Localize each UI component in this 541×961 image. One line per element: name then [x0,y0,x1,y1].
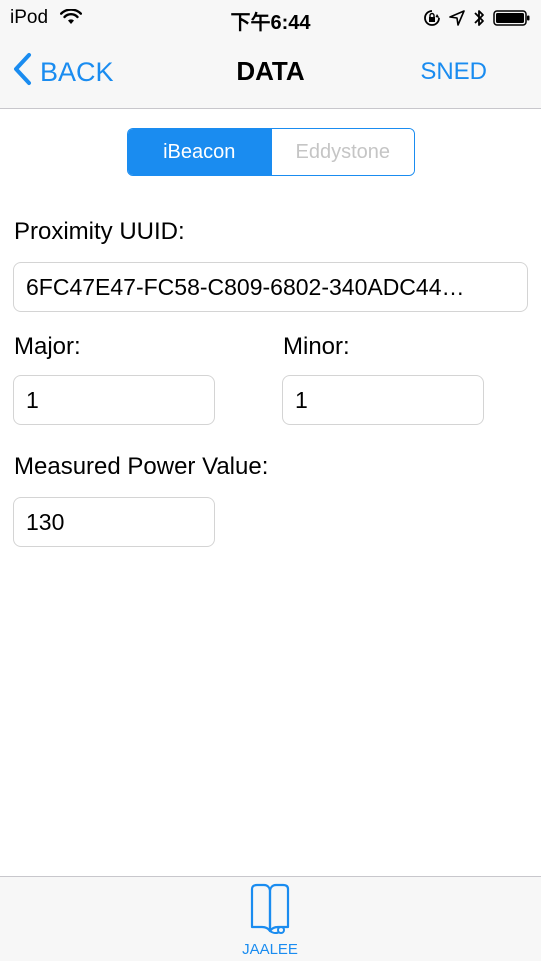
tab-label-jaalee: JAALEE [242,941,298,958]
major-field[interactable]: 1 [13,375,215,425]
location-icon [449,10,465,31]
measured-power-label: Measured Power Value: [14,453,269,480]
jaalee-book-icon [248,883,292,944]
segment-eddystone[interactable]: Eddystone [270,129,414,175]
status-icons [423,8,531,33]
segment-ibeacon[interactable]: iBeacon [128,129,271,175]
uuid-label: Proximity UUID: [14,218,185,245]
status-bar: iPod 下午6:44 [0,0,541,36]
uuid-field[interactable]: 6FC47E47-FC58-C809-6802-340ADC44… [13,262,528,312]
battery-icon [493,9,531,32]
navigation-bar: BACK DATA SNED [0,36,541,109]
beacon-type-segmented-control: iBeacon Eddystone [127,128,415,176]
send-button[interactable]: SNED [420,58,487,86]
minor-field[interactable]: 1 [282,375,484,425]
major-label: Major: [14,333,81,360]
orientation-lock-icon [423,9,441,32]
measured-power-field[interactable]: 130 [13,497,215,547]
tab-bar: JAALEE [0,876,541,961]
minor-label: Minor: [283,333,350,360]
bluetooth-icon [473,8,485,33]
tab-jaalee[interactable]: JAALEE [220,881,320,959]
